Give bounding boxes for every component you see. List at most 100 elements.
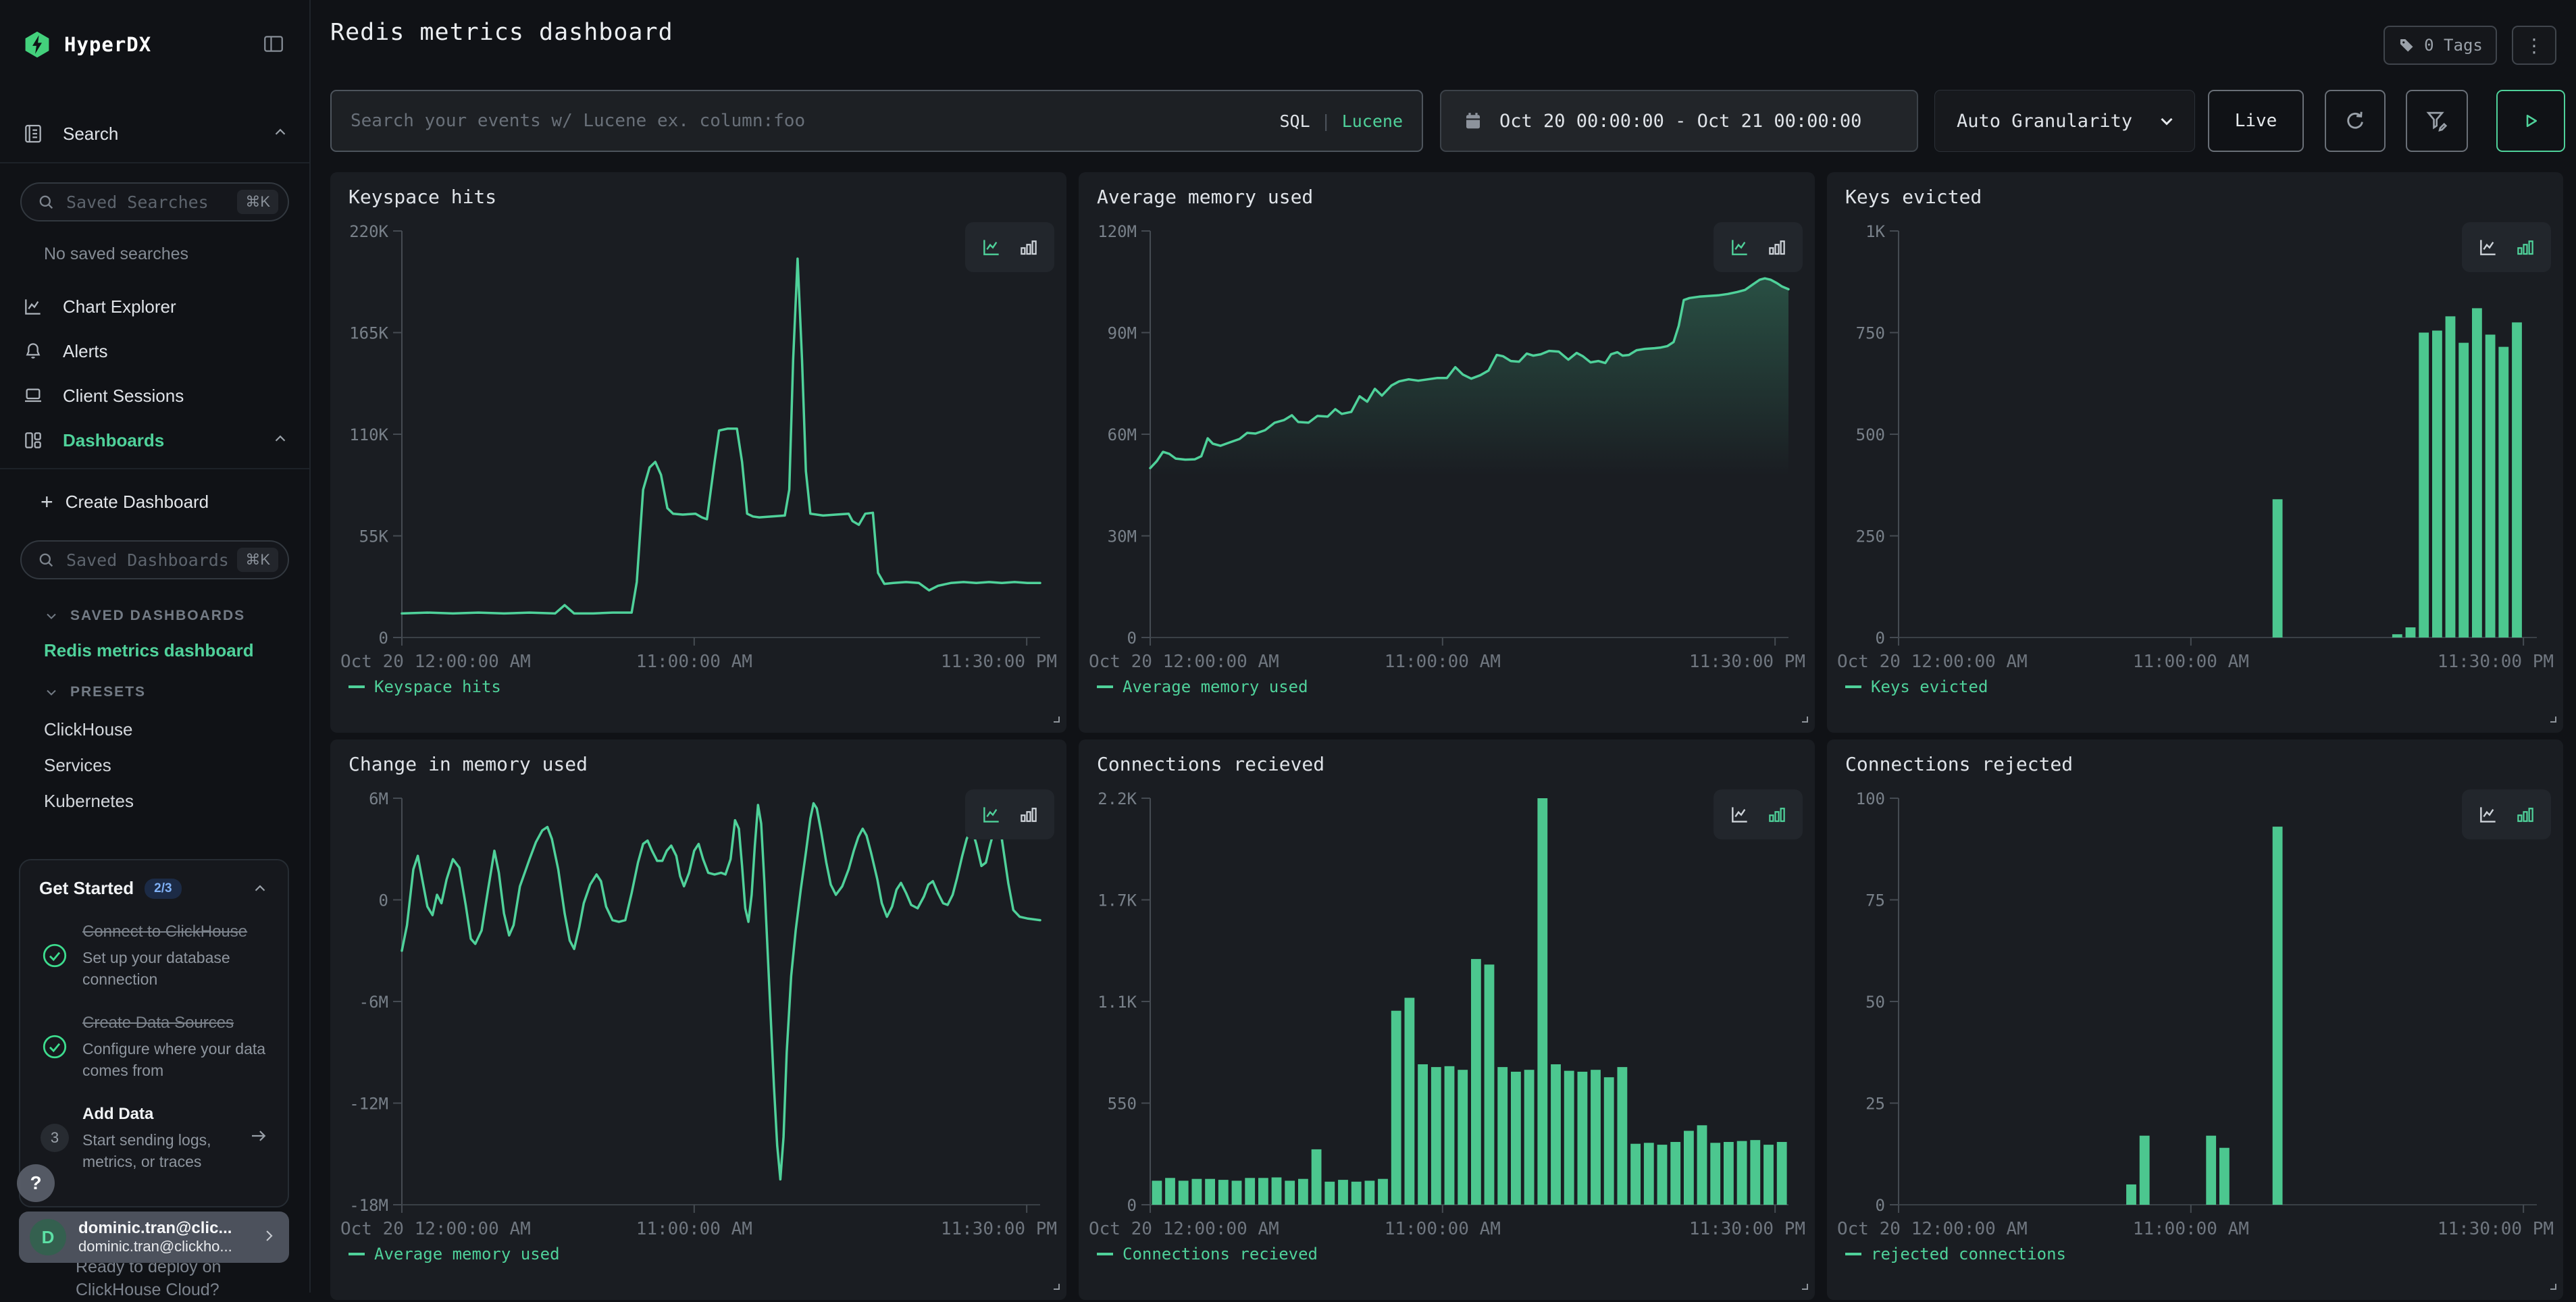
app-name: HyperDX [64, 33, 151, 56]
chart-canvas[interactable]: 2.2K1.7K1.1K5500Oct 20 12:00:00 AM11:00:… [1079, 739, 1815, 1300]
svg-text:90M: 90M [1108, 324, 1137, 343]
svg-text:550: 550 [1108, 1095, 1137, 1114]
event-search-input[interactable] [332, 111, 1279, 131]
filter-button[interactable] [2406, 90, 2468, 152]
panel-title: Connections recieved [1097, 753, 1324, 775]
sidebar-item-client-sessions[interactable]: Client Sessions [0, 373, 309, 418]
chart-legend: Average memory used [1097, 677, 1308, 696]
preset-services[interactable]: Services [0, 755, 309, 776]
divider [0, 162, 309, 163]
get-started-card: Get Started 2/3 Connect to ClickHouse Se… [19, 859, 289, 1207]
live-button[interactable]: Live [2208, 90, 2304, 152]
sidebar-item-redis-dashboard[interactable]: Redis metrics dashboard [44, 640, 309, 661]
chevron-up-icon [272, 124, 289, 145]
chevron-up-icon[interactable] [251, 880, 269, 897]
filter-edit-icon [2424, 108, 2450, 134]
svg-text:-6M: -6M [359, 993, 388, 1012]
logo[interactable]: HyperDX [0, 0, 309, 59]
line-chart-toggle-icon[interactable] [2477, 236, 2499, 258]
chart-canvas[interactable]: 6M0-6M-12M-18MOct 20 12:00:00 AM11:00:00… [330, 739, 1066, 1300]
line-chart-toggle-icon[interactable] [1729, 236, 1751, 258]
preset-kubernetes[interactable]: Kubernetes [0, 791, 309, 812]
panel-title: Average memory used [1097, 186, 1313, 208]
line-chart-toggle-icon[interactable] [981, 804, 1002, 825]
check-circle-icon [39, 920, 70, 990]
panel-keys-evicted: Keys evicted 1K7505002500Oct 20 12:00:00… [1827, 172, 2563, 733]
sidebar-item-dashboards[interactable]: Dashboards [0, 418, 309, 463]
svg-text:Oct 20 12:00:00 AM: Oct 20 12:00:00 AM [1837, 652, 2028, 672]
create-dashboard-button[interactable]: + Create Dashboard [0, 490, 309, 515]
svg-text:6M: 6M [369, 789, 388, 808]
play-icon [2519, 109, 2542, 132]
sidebar-item-chart-explorer[interactable]: Chart Explorer [0, 284, 309, 329]
saved-dashboards-input[interactable]: ⌘K [20, 540, 289, 579]
svg-text:0: 0 [1127, 629, 1137, 648]
date-range-value: Oct 20 00:00:00 - Oct 21 00:00:00 [1499, 111, 1861, 132]
get-started-step-1[interactable]: Connect to ClickHouse Set up your databa… [39, 920, 269, 990]
kebab-menu-button[interactable]: ⋮ [2512, 26, 2556, 65]
step-number: 3 [41, 1124, 69, 1152]
bar-chart-toggle-icon[interactable] [1767, 804, 1787, 825]
granularity-select[interactable]: Auto Granularity [1934, 90, 2195, 152]
chart-canvas[interactable]: 120M90M60M30M0Oct 20 12:00:00 AM11:00:00… [1079, 172, 1815, 733]
toolbar: SQL | Lucene Oct 20 00:00:00 - Oct 21 00… [312, 90, 2576, 152]
chart-canvas[interactable]: 1K7505002500Oct 20 12:00:00 AM11:00:00 A… [1827, 172, 2563, 733]
help-button[interactable]: ? [17, 1164, 55, 1202]
step-subtitle: Configure where your data comes from [82, 1038, 266, 1081]
line-chart-toggle-icon[interactable] [1729, 804, 1751, 825]
svg-text:165K: 165K [349, 324, 388, 343]
resize-handle[interactable] [1050, 713, 1060, 727]
sidebar-collapse-icon[interactable] [262, 32, 285, 59]
resize-handle[interactable] [2547, 713, 2557, 727]
bar-chart-toggle-icon[interactable] [2515, 237, 2535, 257]
step-subtitle: Set up your database connection [82, 947, 266, 990]
svg-text:500: 500 [1856, 425, 1885, 444]
svg-text:-12M: -12M [349, 1095, 388, 1114]
resize-handle[interactable] [1799, 713, 1809, 727]
sidebar-item-alerts[interactable]: Alerts [0, 329, 309, 373]
date-range-picker[interactable]: Oct 20 00:00:00 - Oct 21 00:00:00 [1440, 90, 1918, 152]
plus-icon: + [41, 490, 53, 515]
svg-text:11:30:00 PM: 11:30:00 PM [2438, 652, 2554, 672]
chevron-up-icon [272, 430, 289, 451]
chart-canvas[interactable]: 1007550250Oct 20 12:00:00 AM11:00:00 AM1… [1827, 739, 2563, 1300]
refresh-button[interactable] [2325, 90, 2386, 152]
line-chart-toggle-icon[interactable] [2477, 804, 2499, 825]
chart-type-toggle [965, 789, 1054, 839]
section-presets[interactable]: PRESETS [0, 684, 309, 700]
preset-clickhouse[interactable]: ClickHouse [0, 719, 309, 740]
get-started-step-3[interactable]: 3 Add Data Start sending logs, metrics, … [39, 1103, 269, 1172]
play-button[interactable] [2496, 90, 2565, 152]
svg-text:0: 0 [379, 629, 388, 648]
shortcut-badge: ⌘K [237, 548, 278, 572]
lucene-toggle[interactable]: Lucene [1342, 111, 1403, 131]
section-saved-dashboards[interactable]: SAVED DASHBOARDS [0, 608, 309, 624]
bar-chart-toggle-icon[interactable] [2515, 804, 2535, 825]
bar-chart-toggle-icon[interactable] [1767, 237, 1787, 257]
svg-text:25: 25 [1865, 1095, 1885, 1114]
chart-type-toggle [1714, 222, 1803, 272]
svg-text:11:30:00 PM: 11:30:00 PM [1689, 652, 1805, 672]
bar-chart-toggle-icon[interactable] [1019, 804, 1039, 825]
bar-chart-toggle-icon[interactable] [1019, 237, 1039, 257]
svg-text:11:00:00 AM: 11:00:00 AM [1385, 1219, 1501, 1239]
resize-handle[interactable] [1050, 1280, 1060, 1294]
get-started-step-2[interactable]: Create Data Sources Configure where your… [39, 1012, 269, 1081]
legend-swatch [1097, 1253, 1113, 1255]
divider [0, 468, 309, 469]
sidebar-item-label: Search [63, 124, 118, 145]
saved-dashboards-field[interactable] [66, 550, 228, 570]
tags-button[interactable]: 0 Tags [2384, 26, 2497, 65]
resize-handle[interactable] [1799, 1280, 1809, 1294]
cloud-promo-text: Ready to deploy on ClickHouse Cloud? [76, 1256, 221, 1302]
sql-toggle[interactable]: SQL [1279, 111, 1310, 131]
sidebar-item-search[interactable]: Search [0, 112, 309, 155]
user-menu[interactable]: D dominic.tran@clic... dominic.tran@clic… [19, 1212, 289, 1263]
line-chart-toggle-icon[interactable] [981, 236, 1002, 258]
resize-handle[interactable] [2547, 1280, 2557, 1294]
panel-title: Connections rejected [1845, 753, 2073, 775]
saved-searches-input[interactable]: ⌘K [20, 182, 289, 222]
chart-canvas[interactable]: 220K165K110K55K0Oct 20 12:00:00 AM11:00:… [330, 172, 1066, 733]
shortcut-badge: ⌘K [237, 190, 278, 214]
saved-searches-field[interactable] [66, 192, 228, 212]
